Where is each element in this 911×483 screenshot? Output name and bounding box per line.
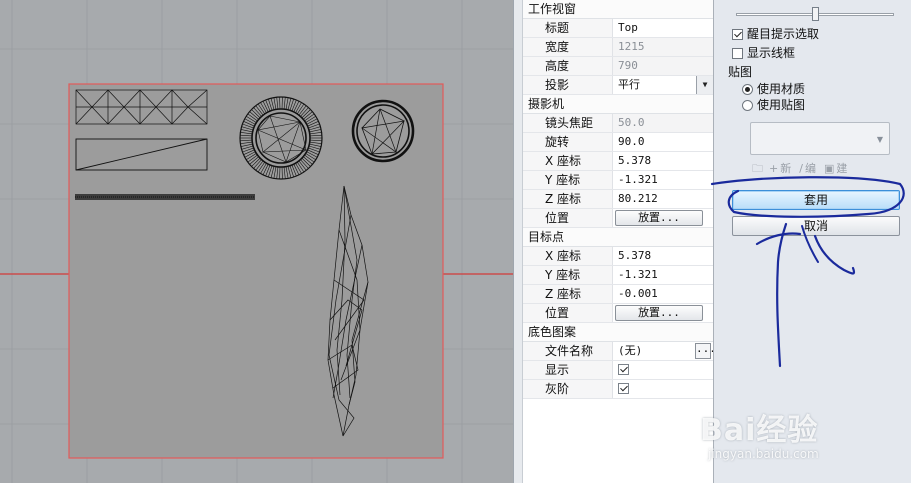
height-label: 高度 xyxy=(523,57,613,75)
folder-icon[interactable]: 🗀 xyxy=(750,160,765,178)
target-y-label: Y 座标 xyxy=(523,266,613,284)
thin-bar-object xyxy=(75,194,255,200)
prop-row-projection[interactable]: 投影 平行 ▼ xyxy=(523,76,713,95)
width-value: 1215 xyxy=(613,38,713,56)
gray-checkbox[interactable] xyxy=(618,383,629,394)
title-field[interactable]: Top xyxy=(613,19,713,37)
browse-button[interactable]: ... xyxy=(695,343,713,359)
prop-row-lens: 镜头焦距 50.0 xyxy=(523,114,713,133)
highlight-select-option[interactable]: 醒目提示选取 xyxy=(732,26,819,43)
use-material-option[interactable]: 使用材质 xyxy=(742,81,805,98)
projection-value: 平行 xyxy=(618,78,640,91)
prop-row-target-x[interactable]: X 座标 5.378 xyxy=(523,247,713,266)
cancel-button[interactable]: 取消 xyxy=(732,216,900,236)
use-map-label: 使用贴图 xyxy=(757,98,806,112)
chevron-down-icon[interactable]: ▼ xyxy=(696,76,713,94)
section-camera: 摄影机 xyxy=(523,95,713,114)
texture-toolbar: 🗀 + 新 / 编 ▣ 建 xyxy=(750,160,896,178)
show-wireframe-label: 显示线框 xyxy=(747,46,796,60)
opacity-slider-thumb[interactable] xyxy=(812,7,819,21)
prop-row-camera-z[interactable]: Z 座标 80.212 xyxy=(523,190,713,209)
target-x-field[interactable]: 5.378 xyxy=(613,247,713,265)
title-label: 标题 xyxy=(523,19,613,37)
panel-splitter[interactable] xyxy=(513,0,523,483)
use-material-label: 使用材质 xyxy=(757,82,806,96)
target-z-field[interactable]: -0.001 xyxy=(613,285,713,303)
prop-row-camera-y[interactable]: Y 座标 -1.321 xyxy=(523,171,713,190)
apply-button[interactable]: 套用 xyxy=(732,190,900,210)
prop-row-target-position: 位置 放置... xyxy=(523,304,713,323)
viewport-canvas[interactable] xyxy=(0,0,513,483)
watermark-logo: Bai经验 xyxy=(700,413,819,448)
highlight-select-checkbox[interactable] xyxy=(732,29,743,40)
show-wireframe-option[interactable]: 显示线框 xyxy=(732,45,795,62)
use-map-option[interactable]: 使用贴图 xyxy=(742,97,805,114)
camera-place-button[interactable]: 放置... xyxy=(615,210,703,226)
new-texture-button[interactable]: + 新 xyxy=(767,160,795,178)
properties-panel: 工作视窗 标题 Top 宽度 1215 高度 790 投影 平行 ▼ 摄影机 镜… xyxy=(523,0,714,483)
show-checkbox[interactable] xyxy=(618,364,629,375)
prop-row-show[interactable]: 显示 xyxy=(523,361,713,380)
width-label: 宽度 xyxy=(523,38,613,56)
target-y-field[interactable]: -1.321 xyxy=(613,266,713,284)
prop-row-gray[interactable]: 灰阶 xyxy=(523,380,713,399)
top-viewport[interactable] xyxy=(0,0,513,483)
section-target: 目标点 xyxy=(523,228,713,247)
baidu-watermark: Bai经验 jingyan.baidu.com xyxy=(700,405,819,461)
prop-row-title[interactable]: 标题 Top xyxy=(523,19,713,38)
show-wireframe-checkbox[interactable] xyxy=(732,48,743,59)
mapping-group-label: 贴图 xyxy=(728,65,753,79)
watermark-url: jingyan.baidu.com xyxy=(708,447,819,461)
prop-row-rotation[interactable]: 旋转 90.0 xyxy=(523,133,713,152)
section-background: 底色图案 xyxy=(523,323,713,342)
highlight-select-label: 醒目提示选取 xyxy=(747,27,820,41)
gray-label: 灰阶 xyxy=(523,380,613,398)
chevron-down-icon: ▼ xyxy=(876,135,883,144)
target-place-button[interactable]: 放置... xyxy=(615,305,703,321)
edit-texture-button[interactable]: / 编 xyxy=(797,160,820,178)
camera-z-label: Z 座标 xyxy=(523,190,613,208)
lens-value: 50.0 xyxy=(613,114,713,132)
height-value: 790 xyxy=(613,57,713,75)
prop-row-camera-x[interactable]: X 座标 5.378 xyxy=(523,152,713,171)
target-position-label: 位置 xyxy=(523,304,613,322)
lens-label: 镜头焦距 xyxy=(523,114,613,132)
camera-z-field[interactable]: 80.212 xyxy=(613,190,713,208)
rotation-label: 旋转 xyxy=(523,133,613,151)
filename-value: (无) xyxy=(618,344,643,357)
camera-y-label: Y 座标 xyxy=(523,171,613,189)
target-x-label: X 座标 xyxy=(523,247,613,265)
camera-x-label: X 座标 xyxy=(523,152,613,170)
prop-row-camera-position: 位置 放置... xyxy=(523,209,713,228)
rotation-field[interactable]: 90.0 xyxy=(613,133,713,151)
target-z-label: Z 座标 xyxy=(523,285,613,303)
prop-row-height: 高度 790 xyxy=(523,57,713,76)
filename-label: 文件名称 xyxy=(523,342,613,360)
prop-row-target-z[interactable]: Z 座标 -0.001 xyxy=(523,285,713,304)
prop-row-width: 宽度 1215 xyxy=(523,38,713,57)
show-label: 显示 xyxy=(523,361,613,379)
use-material-radio[interactable] xyxy=(742,84,753,95)
camera-y-field[interactable]: -1.321 xyxy=(613,171,713,189)
camera-x-field[interactable]: 5.378 xyxy=(613,152,713,170)
use-map-radio[interactable] xyxy=(742,100,753,111)
create-texture-button[interactable]: ▣ 建 xyxy=(822,160,851,178)
section-viewport-window: 工作视窗 xyxy=(523,0,713,19)
projection-label: 投影 xyxy=(523,76,613,94)
camera-position-label: 位置 xyxy=(523,209,613,227)
prop-row-filename: 文件名称 (无) ... xyxy=(523,342,713,361)
texture-dropdown[interactable]: ▼ xyxy=(750,122,890,155)
projection-select[interactable]: 平行 ▼ xyxy=(613,76,713,94)
prop-row-target-y[interactable]: Y 座标 -1.321 xyxy=(523,266,713,285)
